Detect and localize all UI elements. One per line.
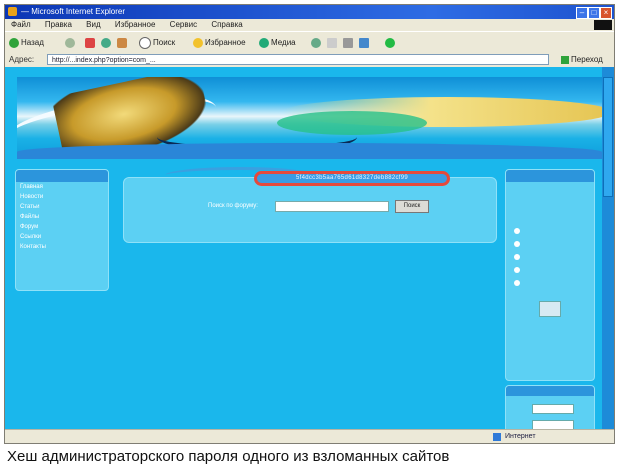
- poll-option[interactable]: [506, 239, 594, 252]
- go-arrow-icon: [561, 55, 569, 64]
- forum-search-button[interactable]: Поиск: [395, 200, 429, 213]
- messenger-icon: [385, 37, 395, 48]
- vertical-scrollbar[interactable]: [602, 67, 614, 429]
- left-menu-header: [16, 170, 108, 182]
- menu-help[interactable]: Справка: [205, 19, 248, 31]
- radio-icon: [514, 228, 520, 235]
- right-panel-links: [506, 182, 594, 226]
- left-menu-item[interactable]: Контакты: [16, 242, 108, 252]
- home-button[interactable]: [117, 37, 129, 49]
- go-label: Переход: [571, 55, 603, 64]
- menu-view[interactable]: Вид: [80, 19, 106, 31]
- login-username-input[interactable]: [532, 404, 574, 414]
- stop-icon: [85, 37, 95, 48]
- right-panel-header: [506, 170, 594, 182]
- globe-icon: [493, 433, 501, 441]
- home-icon: [117, 37, 127, 48]
- radio-icon: [514, 254, 520, 261]
- go-button[interactable]: Переход: [561, 54, 607, 66]
- favorites-label: Избранное: [205, 38, 246, 47]
- print-button[interactable]: [343, 37, 355, 49]
- star-icon: [193, 37, 203, 48]
- poll-option[interactable]: [506, 278, 594, 291]
- print-icon: [343, 37, 353, 48]
- left-menu-item[interactable]: Статьи: [16, 202, 108, 212]
- forward-button[interactable]: [65, 37, 77, 49]
- login-password-input[interactable]: [532, 420, 574, 429]
- menu-file[interactable]: Файл: [5, 19, 37, 31]
- media-label: Медиа: [271, 38, 296, 47]
- windows-logo-icon: [594, 20, 612, 30]
- back-button[interactable]: Назад: [9, 37, 44, 49]
- stop-button[interactable]: [85, 37, 97, 49]
- page-viewport: Главная Новости Статьи Файлы Форум Ссылк…: [5, 67, 602, 429]
- center-content-box: 5f4dcc3b5aa765d61d8327deb882cf99 Поиск п…: [123, 171, 497, 243]
- media-icon: [259, 37, 269, 48]
- admin-password-hash: 5f4dcc3b5aa765d61d8327deb882cf99: [254, 171, 450, 186]
- edit-icon: [359, 37, 369, 48]
- title-bar: — Microsoft Internet Explorer – □ ×: [5, 5, 614, 19]
- right-poll-panel: [505, 169, 595, 381]
- refresh-icon: [101, 37, 111, 48]
- poll-option[interactable]: [506, 252, 594, 265]
- poll-option[interactable]: [506, 265, 594, 278]
- menu-tools[interactable]: Сервис: [164, 19, 203, 31]
- refresh-button[interactable]: [101, 37, 113, 49]
- radio-icon: [514, 267, 520, 274]
- search-button[interactable]: Поиск: [139, 37, 175, 49]
- banner-bottom-wave: [17, 143, 602, 159]
- mail-icon: [327, 37, 337, 48]
- mail-button[interactable]: [327, 37, 339, 49]
- left-menu-item[interactable]: Новости: [16, 192, 108, 202]
- close-button[interactable]: ×: [600, 7, 612, 19]
- maximize-button[interactable]: □: [588, 7, 600, 19]
- left-menu-item[interactable]: Файлы: [16, 212, 108, 222]
- minimize-button[interactable]: –: [576, 7, 588, 19]
- left-menu-item[interactable]: Форум: [16, 222, 108, 232]
- forward-arrow-icon: [65, 37, 75, 48]
- figure-caption: Хеш администраторского пароля одного из …: [7, 448, 450, 465]
- menu-favorites[interactable]: Избранное: [109, 19, 162, 31]
- left-menu-item[interactable]: Ссылки: [16, 232, 108, 242]
- favorites-button[interactable]: Избранное: [193, 37, 246, 49]
- menu-edit[interactable]: Правка: [39, 19, 78, 31]
- media-button[interactable]: Медиа: [259, 37, 296, 49]
- history-button[interactable]: [311, 37, 323, 49]
- toolbar: Назад Поиск Избранное Медиа: [5, 31, 614, 55]
- radio-icon: [514, 280, 520, 287]
- left-menu-item[interactable]: Главная: [16, 182, 108, 192]
- back-label: Назад: [21, 38, 44, 47]
- messenger-button[interactable]: [385, 37, 397, 49]
- internet-zone: Интернет: [493, 432, 536, 442]
- search-label: Поиск: [153, 38, 176, 48]
- forum-search-input[interactable]: [275, 201, 389, 212]
- status-bar: Интернет: [5, 429, 614, 443]
- scrollbar-thumb[interactable]: [603, 77, 613, 197]
- address-input[interactable]: http://...index.php?option=com_...: [47, 54, 549, 65]
- menu-bar: Файл Правка Вид Избранное Сервис Справка: [5, 19, 614, 31]
- poll-option[interactable]: [506, 226, 594, 239]
- left-menu-panel: Главная Новости Статьи Файлы Форум Ссылк…: [15, 169, 109, 291]
- login-panel: [505, 385, 595, 429]
- forum-search-label: Поиск по форуму:: [208, 203, 258, 209]
- browser-window: — Microsoft Internet Explorer – □ × Файл…: [4, 4, 615, 444]
- poll-vote-button[interactable]: [539, 301, 561, 317]
- back-arrow-icon: [9, 37, 19, 48]
- address-bar: Адрес: http://...index.php?option=com_..…: [5, 53, 614, 67]
- address-label: Адрес:: [9, 55, 35, 64]
- site-banner: [17, 77, 602, 159]
- search-icon: [139, 37, 151, 49]
- edit-button[interactable]: [359, 37, 371, 49]
- ie-app-icon: [8, 7, 17, 16]
- login-panel-header: [506, 386, 594, 396]
- window-title: — Microsoft Internet Explorer: [21, 7, 126, 16]
- zone-label: Интернет: [505, 433, 536, 440]
- history-icon: [311, 37, 321, 48]
- radio-icon: [514, 241, 520, 248]
